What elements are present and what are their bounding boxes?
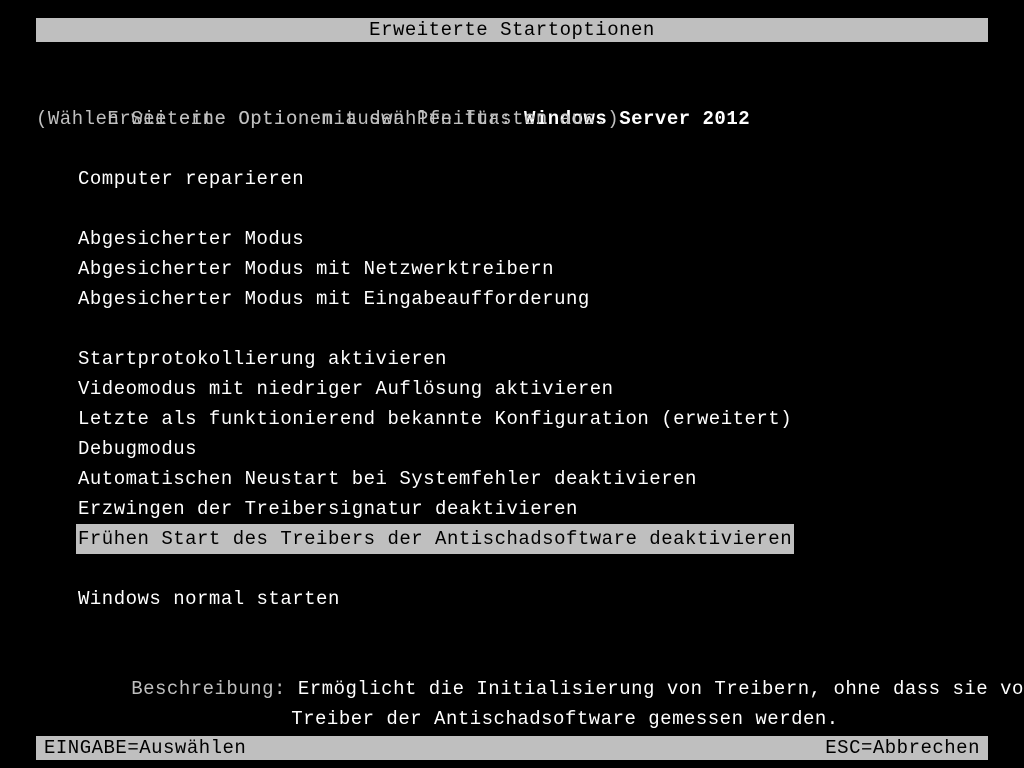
gap xyxy=(36,554,988,584)
boot-menu-screen: Erweiterte Startoptionen Erweiterte Opti… xyxy=(0,0,1024,768)
opt-boot-logging[interactable]: Startprotokollierung aktivieren xyxy=(76,344,449,374)
description-block: Beschreibung: Ermöglicht die Initialisie… xyxy=(36,644,988,704)
description-text-2: Treiber der Antischadsoftware gemessen w… xyxy=(291,708,839,730)
header-prompt: Erweiterte Optionen auswählen für: Windo… xyxy=(36,74,988,104)
opt-safe-mode-networking[interactable]: Abgesicherter Modus mit Netzwerktreibern xyxy=(76,254,556,284)
footer-esc-hint: ESC=Abbrechen xyxy=(825,736,980,760)
footer-bar: EINGABE=Auswählen ESC=Abbrechen xyxy=(36,736,988,760)
title-text: Erweiterte Startoptionen xyxy=(369,19,655,41)
opt-disable-early-antimalware[interactable]: Frühen Start des Treibers der Antischads… xyxy=(76,524,794,554)
opt-disable-auto-restart[interactable]: Automatischen Neustart bei Systemfehler … xyxy=(76,464,699,494)
opt-start-normally[interactable]: Windows normal starten xyxy=(76,584,342,614)
content-area: Erweiterte Optionen auswählen für: Windo… xyxy=(36,74,988,704)
title-bar: Erweiterte Startoptionen xyxy=(36,18,988,42)
gap xyxy=(36,194,988,224)
opt-repair-computer[interactable]: Computer reparieren xyxy=(76,164,306,194)
description-label: Beschreibung: xyxy=(131,678,298,700)
opt-safe-mode[interactable]: Abgesicherter Modus xyxy=(76,224,306,254)
opt-safe-mode-cmd[interactable]: Abgesicherter Modus mit Eingabeaufforder… xyxy=(76,284,592,314)
opt-last-known-good[interactable]: Letzte als funktionierend bekannte Konfi… xyxy=(76,404,794,434)
footer-enter-hint: EINGABE=Auswählen xyxy=(44,736,246,760)
options-list: Computer reparieren Abgesicherter Modus … xyxy=(36,164,988,614)
description-text-1: Ermöglicht die Initialisierung von Treib… xyxy=(298,678,1024,700)
opt-disable-driver-sig[interactable]: Erzwingen der Treibersignatur deaktivier… xyxy=(76,494,580,524)
opt-debug-mode[interactable]: Debugmodus xyxy=(76,434,199,464)
gap xyxy=(36,314,988,344)
opt-low-res-video[interactable]: Videomodus mit niedriger Auflösung aktiv… xyxy=(76,374,616,404)
instruction-line: (Wählen Sie eine Option mit den Pfeiltas… xyxy=(36,104,988,134)
